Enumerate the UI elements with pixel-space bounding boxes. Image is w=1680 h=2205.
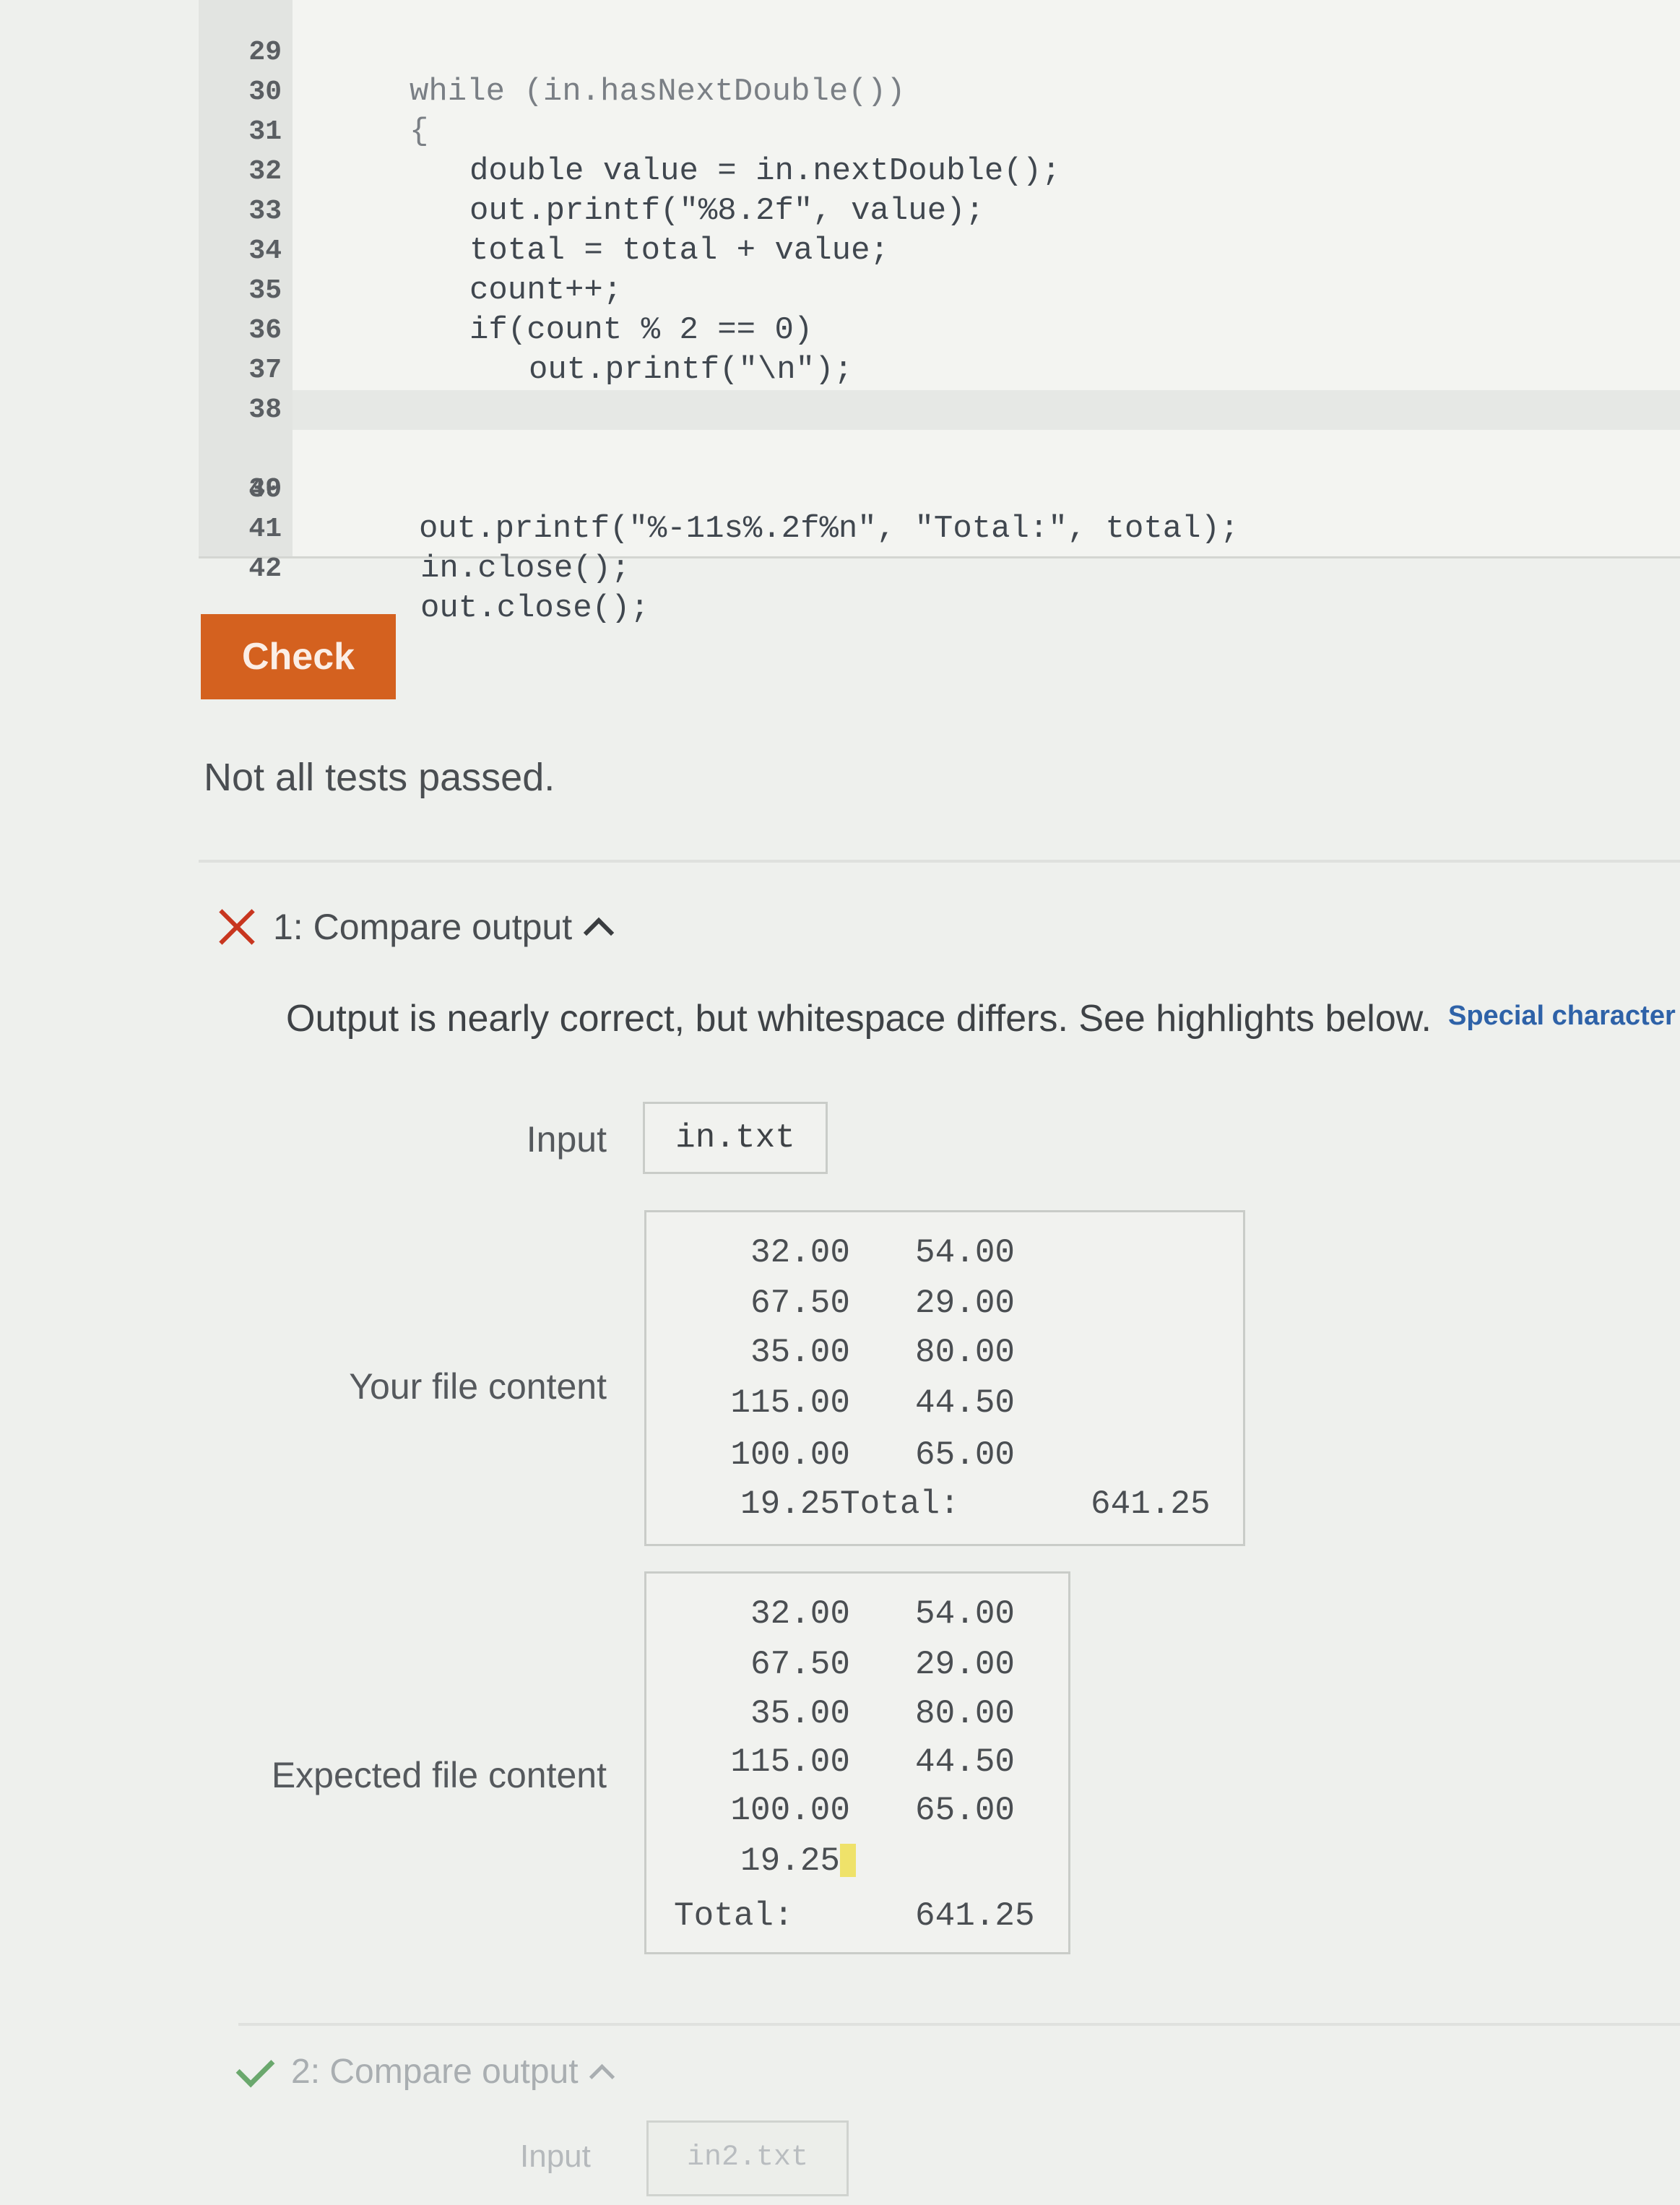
code-line[interactable]: 33 total = total + value; — [0, 152, 1680, 269]
input-file-name: in.txt — [643, 1102, 828, 1174]
value-cell: 29.00 — [915, 1646, 1016, 1683]
total-line: 19.25Total: — [740, 1485, 960, 1523]
code-line[interactable]: 37 } — [0, 311, 1680, 428]
your-file-content-label: Your file content — [349, 1366, 607, 1407]
chevron-up-icon[interactable] — [589, 2063, 615, 2090]
special-characters-link[interactable]: Special character le — [1448, 1001, 1680, 1032]
test-1-title: 1: Compare output — [273, 907, 573, 947]
value-cell: 35.00 — [750, 1334, 850, 1371]
value-cell: 67.50 — [750, 1285, 850, 1322]
expected-file-content-label: Expected file content — [271, 1755, 607, 1795]
check-button[interactable]: Check — [201, 614, 396, 699]
code-line-active[interactable]: 39 out.printf("%-11s%.2f%n", "Total:", t… — [0, 390, 1680, 547]
active-line-highlight — [293, 390, 1680, 430]
line-number: 42 — [248, 553, 282, 584]
fail-x-icon — [217, 907, 257, 947]
whitespace-highlight — [840, 1844, 856, 1877]
your-file-content-box: 32.00 54.00 67.50 29.00 35.00 80.00 115.… — [644, 1210, 1245, 1546]
test-2-title: 2: Compare output — [291, 2053, 579, 2091]
value-cell: 100.00 — [730, 1792, 850, 1829]
value-cell: 32.00 — [750, 1234, 850, 1272]
last-value: 19.25 — [740, 1842, 841, 1880]
expected-file-content-box: 32.00 54.00 67.50 29.00 35.00 80.00 115.… — [644, 1571, 1070, 1954]
value-cell: 35.00 — [750, 1695, 850, 1733]
code-line[interactable]: 30 { — [0, 33, 1680, 150]
total-value: 641.25 — [915, 1897, 1035, 1935]
code-text: out.close(); — [420, 590, 649, 626]
code-line[interactable]: 32 out.printf("%8.2f", value); — [0, 112, 1680, 229]
test-1-header[interactable]: 1: Compare output — [217, 902, 615, 952]
value-cell: 44.50 — [915, 1384, 1016, 1422]
test-2-input-label: Input — [520, 2139, 591, 2174]
input-label: Input — [526, 1119, 607, 1160]
value-cell: 100.00 — [730, 1436, 850, 1474]
value-cell: 44.50 — [915, 1743, 1016, 1781]
total-value: 641.25 — [1091, 1485, 1211, 1523]
value-cell: 115.00 — [730, 1743, 850, 1781]
test-status: Not all tests passed. — [204, 756, 555, 799]
divider — [199, 860, 1680, 863]
code-line[interactable]: 29 while (in.hasNextDouble()) — [0, 0, 1680, 110]
chevron-up-icon[interactable] — [583, 917, 615, 949]
value-cell: 67.50 — [750, 1646, 850, 1683]
code-line[interactable]: 42 out.close(); — [0, 509, 1680, 626]
value-cell: 80.00 — [915, 1334, 1016, 1371]
code-line[interactable]: 36 out.printf("\n"); — [0, 271, 1680, 388]
value-cell: 54.00 — [915, 1234, 1016, 1272]
value-cell: 32.00 — [750, 1595, 850, 1633]
code-line[interactable]: 40 — [0, 430, 1680, 505]
total-label: Total: — [674, 1897, 794, 1935]
code-line[interactable]: 31 double value = in.nextDouble(); — [0, 72, 1680, 189]
code-line[interactable]: 41 in.close(); — [0, 470, 1680, 587]
value-cell: 80.00 — [915, 1695, 1016, 1733]
code-line[interactable]: 34 count++; — [0, 191, 1680, 308]
check-icon — [235, 2048, 275, 2088]
code-line[interactable]: 38 — [0, 350, 1680, 426]
code-line[interactable]: 35 if(count % 2 == 0) — [0, 231, 1680, 348]
divider — [238, 2023, 1680, 2026]
value-cell: 65.00 — [915, 1436, 1016, 1474]
test-2-header[interactable]: 2: Compare output — [235, 2048, 615, 2092]
code-text: in.close(); — [420, 551, 631, 587]
value-cell: 65.00 — [915, 1792, 1016, 1829]
test-2-input-file-name: in2.txt — [646, 2120, 849, 2196]
test-1-message: Output is nearly correct, but whitespace… — [286, 998, 1432, 1040]
value-cell: 29.00 — [915, 1285, 1016, 1322]
value-cell: 115.00 — [730, 1384, 850, 1422]
value-cell: 54.00 — [915, 1595, 1016, 1633]
